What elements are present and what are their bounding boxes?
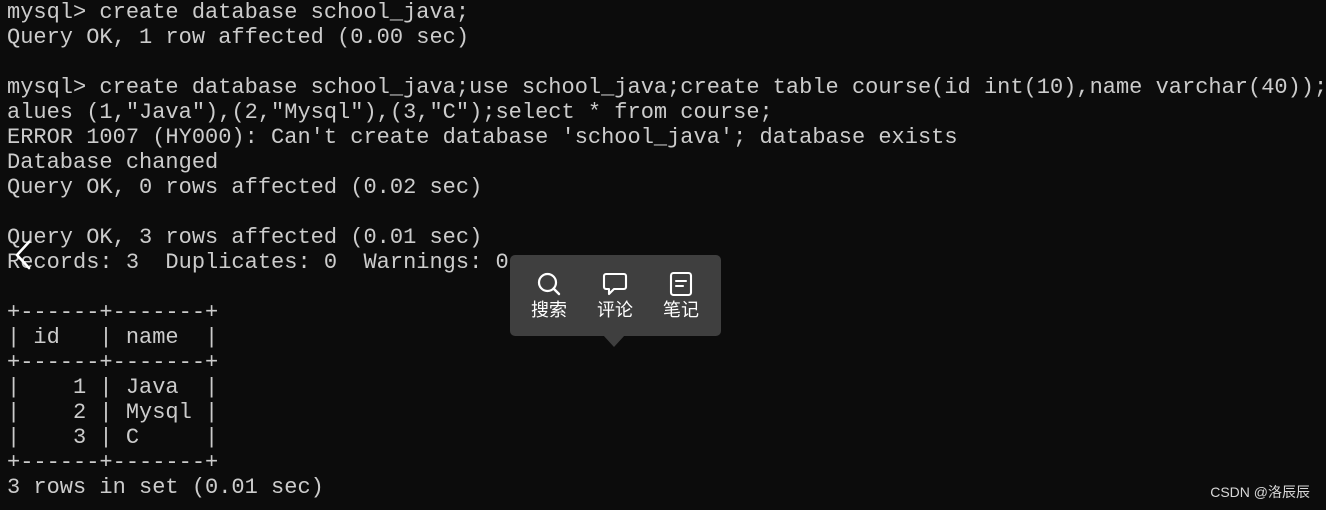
selection-toolbar: 搜索 评论 笔记 bbox=[510, 255, 721, 336]
terminal-line: 3 rows in set (0.01 sec) bbox=[7, 475, 324, 500]
search-label: 搜索 bbox=[531, 300, 567, 321]
terminal-line: alues (1,"Java"),(2,"Mysql"),(3,"C");sel… bbox=[7, 100, 773, 125]
search-icon bbox=[537, 272, 561, 296]
result-table-row: | 1 | Java | bbox=[7, 375, 219, 400]
note-button[interactable]: 笔记 bbox=[653, 267, 709, 327]
terminal-line: mysql> create database school_java;use s… bbox=[7, 75, 1326, 100]
comment-label: 评论 bbox=[597, 300, 633, 321]
note-label: 笔记 bbox=[663, 300, 699, 321]
comment-icon bbox=[602, 272, 628, 296]
result-table-row: | 3 | C | bbox=[7, 425, 219, 450]
result-table-border: +------+-------+ bbox=[7, 350, 219, 375]
terminal-line: Query OK, 3 rows affected (0.01 sec) bbox=[7, 225, 483, 250]
terminal-line: Query OK, 0 rows affected (0.02 sec) bbox=[7, 175, 483, 200]
terminal-line: Database changed bbox=[7, 150, 219, 175]
watermark: CSDN @洛辰辰 bbox=[1210, 484, 1310, 500]
result-table-border: +------+-------+ bbox=[7, 450, 219, 475]
note-icon bbox=[669, 271, 693, 297]
toolbar-pointer bbox=[603, 335, 625, 347]
search-button[interactable]: 搜索 bbox=[521, 267, 577, 327]
terminal-line: Records: 3 Duplicates: 0 Warnings: 0 bbox=[7, 250, 509, 275]
result-table-border: +------+-------+ bbox=[7, 300, 219, 325]
result-table-header: | id | name | bbox=[7, 325, 219, 350]
terminal-line: ERROR 1007 (HY000): Can't create databas… bbox=[7, 125, 958, 150]
result-table-row: | 2 | Mysql | bbox=[7, 400, 219, 425]
comment-button[interactable]: 评论 bbox=[587, 267, 643, 327]
terminal-line: mysql> create database school_java; bbox=[7, 0, 470, 25]
terminal-line: Query OK, 1 row affected (0.00 sec) bbox=[7, 25, 470, 50]
chevron-left-icon[interactable] bbox=[10, 238, 36, 272]
